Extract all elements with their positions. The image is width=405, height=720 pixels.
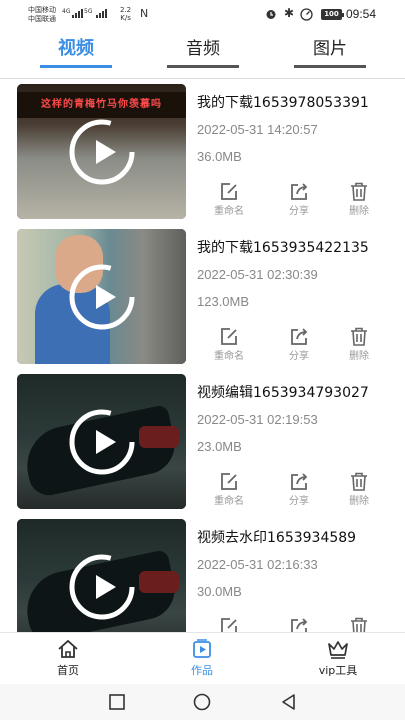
- nav-works[interactable]: 作品: [162, 639, 242, 681]
- tab-label: 音频: [186, 39, 220, 59]
- delete-button[interactable]: 删除: [337, 472, 381, 507]
- rename-button[interactable]: 重命名: [207, 327, 251, 362]
- play-icon: [69, 554, 134, 619]
- nav-home[interactable]: 首页: [28, 639, 108, 681]
- carrier-2: 中国联通: [28, 15, 56, 23]
- video-thumbnail[interactable]: 这样的青梅竹马你羡慕吗: [17, 84, 186, 219]
- list-item: 视频编辑1653934793027 2022-05-31 02:19:53 23…: [0, 370, 405, 515]
- video-title: 我的下载1653978053391: [197, 95, 369, 111]
- list-item: 视频去水印1653934589 2022-05-31 02:16:33 30.0…: [0, 515, 405, 632]
- crown-icon: [328, 641, 348, 659]
- trash-icon: [351, 617, 367, 632]
- thumbnail-figure: [139, 571, 179, 593]
- home-circle-icon[interactable]: [193, 693, 211, 711]
- tab-label: 图片: [313, 39, 347, 59]
- rename-icon: [221, 618, 237, 632]
- video-date: 2022-05-31 02:19:53: [197, 412, 318, 427]
- video-thumbnail[interactable]: [17, 519, 186, 632]
- tab-underline: [167, 65, 239, 68]
- tab-audio[interactable]: 音频: [167, 38, 239, 70]
- tab-underline: [294, 65, 366, 68]
- works-icon: [193, 639, 211, 658]
- rename-button[interactable]: 重命名: [207, 617, 251, 632]
- bottom-nav: 首页 作品 vip工具: [0, 632, 405, 684]
- share-button[interactable]: 分享: [277, 472, 321, 507]
- video-list[interactable]: 这样的青梅竹马你羡慕吗 我的下载1653978053391 2022-05-31…: [0, 80, 405, 632]
- data-saver-icon: [300, 8, 313, 21]
- battery-icon: 100: [321, 9, 344, 20]
- share-icon: [291, 473, 308, 490]
- rename-button[interactable]: 重命名: [207, 472, 251, 507]
- share-icon: [291, 618, 308, 632]
- recents-icon[interactable]: [108, 693, 126, 711]
- delete-button[interactable]: 删除: [337, 617, 381, 632]
- video-date: 2022-05-31 14:20:57: [197, 122, 318, 137]
- rename-icon: [221, 328, 237, 345]
- tab-underline: [40, 65, 112, 68]
- list-item: 我的下载1653935422135 2022-05-31 02:30:39 12…: [0, 225, 405, 370]
- share-button[interactable]: 分享: [277, 617, 321, 632]
- trash-icon: [351, 182, 367, 201]
- network-type-1: 4G: [62, 8, 71, 15]
- alarm-icon: [266, 10, 276, 19]
- video-thumbnail[interactable]: [17, 374, 186, 509]
- play-icon: [69, 409, 134, 474]
- signal-icon: [72, 9, 83, 18]
- tab-video[interactable]: 视频: [40, 38, 112, 70]
- nfc-icon: N: [140, 7, 149, 20]
- video-date: 2022-05-31 02:30:39: [197, 267, 318, 282]
- rename-icon: [221, 183, 237, 200]
- status-time: 09:54: [346, 7, 377, 21]
- media-tabs: 视频 音频 图片: [0, 32, 405, 76]
- video-title: 视频编辑1653934793027: [197, 385, 369, 401]
- bluetooth-icon: ✱: [284, 6, 295, 20]
- video-title: 我的下载1653935422135: [197, 240, 369, 256]
- back-icon[interactable]: [280, 693, 298, 711]
- video-size: 123.0MB: [197, 294, 250, 309]
- video-size: 23.0MB: [197, 439, 242, 454]
- delete-button[interactable]: 删除: [337, 182, 381, 217]
- signal-icon: [96, 9, 107, 18]
- tab-image[interactable]: 图片: [294, 38, 366, 70]
- tab-label: 视频: [58, 38, 94, 59]
- system-navigation-bar: [0, 684, 405, 720]
- trash-icon: [351, 327, 367, 346]
- play-icon: [69, 264, 134, 329]
- nav-vip-tools[interactable]: vip工具: [298, 639, 378, 681]
- play-icon: [69, 119, 134, 184]
- status-bar: 中国移动 中国联通 4G 5G 2.2 K/s N ✱ 100 09:54: [0, 0, 405, 32]
- video-size: 36.0MB: [197, 149, 242, 164]
- video-size: 30.0MB: [197, 584, 242, 599]
- rename-button[interactable]: 重命名: [207, 182, 251, 217]
- video-thumbnail[interactable]: [17, 229, 186, 364]
- network-speed: 2.2 K/s: [120, 6, 132, 22]
- share-button[interactable]: 分享: [277, 182, 321, 217]
- home-icon: [58, 639, 78, 658]
- share-button[interactable]: 分享: [277, 327, 321, 362]
- share-icon: [291, 328, 308, 345]
- video-title: 视频去水印1653934589: [197, 530, 357, 546]
- rename-icon: [221, 473, 237, 490]
- network-type-2: 5G: [84, 8, 93, 15]
- video-date: 2022-05-31 02:16:33: [197, 557, 318, 572]
- carrier-1: 中国移动: [28, 6, 56, 14]
- trash-icon: [351, 472, 367, 491]
- carrier-names: 中国移动 中国联通: [28, 6, 56, 24]
- delete-button[interactable]: 删除: [337, 327, 381, 362]
- list-item: 这样的青梅竹马你羡慕吗 我的下载1653978053391 2022-05-31…: [0, 80, 405, 225]
- share-icon: [291, 183, 308, 200]
- thumbnail-figure: [139, 426, 179, 448]
- tabs-divider: [0, 78, 405, 79]
- thumbnail-caption: 这样的青梅竹马你羡慕吗: [17, 92, 186, 118]
